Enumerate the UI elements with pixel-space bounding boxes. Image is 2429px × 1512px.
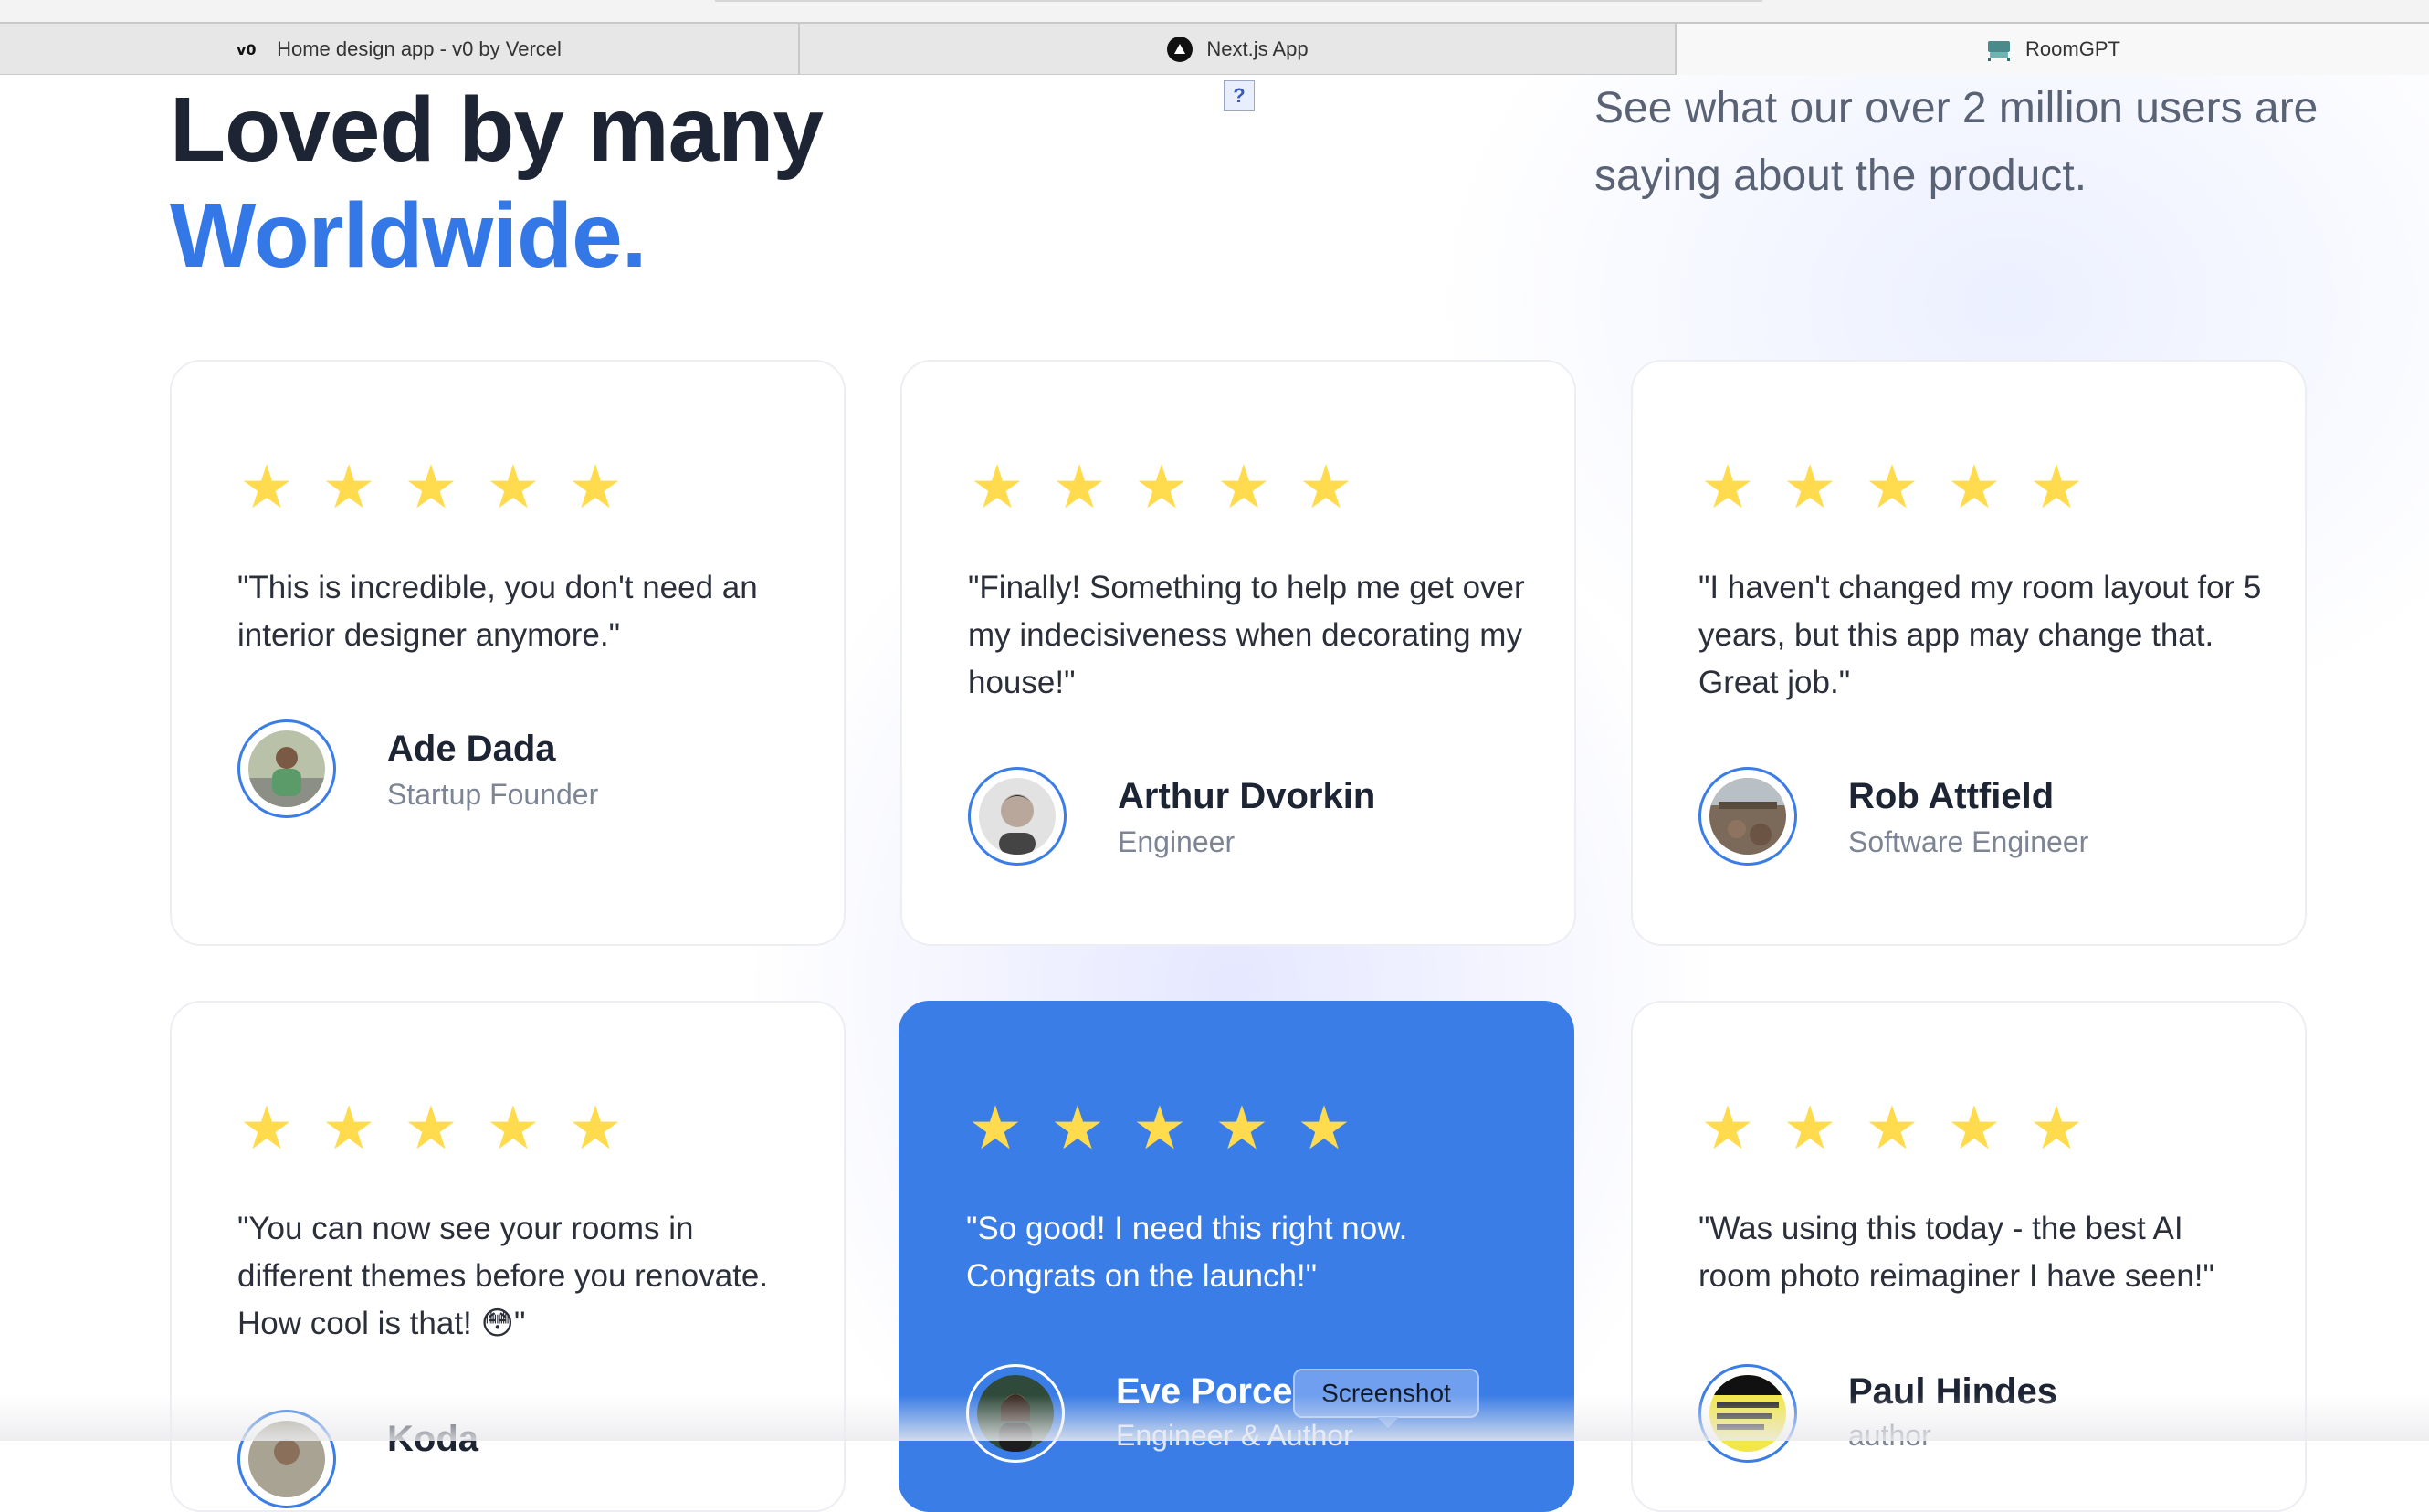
- star-icon: ★: [2029, 453, 2084, 520]
- star-icon: ★: [321, 1094, 376, 1161]
- nextjs-logo-icon: [1166, 36, 1193, 63]
- star-icon: ★: [1214, 1094, 1269, 1161]
- tab-label: Next.js App: [1206, 37, 1309, 60]
- avatar-photo: [248, 730, 325, 807]
- star-icon: ★: [1782, 453, 1837, 520]
- reviewer-name: Ade Dada: [387, 729, 556, 769]
- testimonial-quote: "Was using this today - the best AI room…: [1698, 1211, 2214, 1294]
- testimonial-card: ★ ★ ★ ★ ★ "I haven't changed my room lay…: [1631, 360, 2307, 946]
- bottom-fade: [0, 1395, 2429, 1441]
- star-icon: ★: [1865, 453, 1919, 520]
- rating-stars: ★ ★ ★ ★ ★: [968, 457, 1355, 517]
- reviewer-name: Arthur Dvorkin: [1118, 776, 1376, 816]
- star-icon: ★: [1947, 453, 2002, 520]
- star-icon: ★: [1132, 1094, 1187, 1161]
- star-icon: ★: [1216, 453, 1271, 520]
- star-icon: ★: [239, 1094, 294, 1161]
- star-icon: ★: [1134, 453, 1189, 520]
- rating-stars: ★ ★ ★ ★ ★: [237, 457, 625, 517]
- section-heading-accent: Worldwide.: [170, 184, 647, 287]
- testimonial-quote: "I haven't changed my room layout for 5 …: [1698, 570, 2262, 700]
- rating-stars: ★ ★ ★ ★ ★: [237, 1097, 625, 1158]
- star-icon: ★: [1052, 453, 1107, 520]
- browser-tab-bar: v0 Home design app - v0 by Vercel Next.j…: [0, 0, 2429, 75]
- avatar: [1698, 767, 1797, 866]
- tab-home-design-app[interactable]: v0 Home design app - v0 by Vercel: [0, 24, 800, 75]
- star-icon: ★: [1782, 1094, 1837, 1161]
- star-icon: ★: [1947, 1094, 2002, 1161]
- testimonial-quote: "You can now see your rooms in different…: [237, 1211, 769, 1341]
- tab-bar-top-highlight: [715, 0, 1762, 2]
- rating-stars: ★ ★ ★ ★ ★: [1698, 457, 2086, 517]
- avatar: [237, 719, 336, 818]
- testimonial-quote: "This is incredible, you don't need an i…: [237, 570, 758, 653]
- star-icon: ★: [968, 1094, 1023, 1161]
- avatar-photo: [1709, 778, 1786, 855]
- star-icon: ★: [1050, 1094, 1105, 1161]
- star-icon: ★: [1700, 1094, 1755, 1161]
- star-icon: ★: [1865, 1094, 1919, 1161]
- star-icon: ★: [568, 1094, 623, 1161]
- star-icon: ★: [2029, 1094, 2084, 1161]
- roomgpt-logo-icon: [1985, 36, 2013, 63]
- star-icon: ★: [486, 1094, 541, 1161]
- testimonial-card: ★ ★ ★ ★ ★ "Finally! Something to help me…: [900, 360, 1576, 946]
- v0-logo-icon: v0: [237, 36, 264, 63]
- testimonial-card: ★ ★ ★ ★ ★ "This is incredible, you don't…: [170, 360, 846, 946]
- rating-stars: ★ ★ ★ ★ ★: [966, 1097, 1353, 1158]
- star-icon: ★: [1297, 1094, 1351, 1161]
- tab-label: RoomGPT: [2025, 37, 2120, 60]
- star-icon: ★: [404, 1094, 458, 1161]
- tab-roomgpt[interactable]: RoomGPT: [1677, 24, 2429, 75]
- testimonial-quote: "Finally! Something to help me get over …: [968, 570, 1525, 700]
- testimonial-quote: "So good! I need this right now. Congrat…: [966, 1211, 1408, 1294]
- reviewer-role: Software Engineer: [1848, 825, 2089, 858]
- section-heading: Loved by many: [170, 79, 824, 181]
- broken-image-icon: ?: [1224, 80, 1255, 111]
- star-icon: ★: [404, 453, 458, 520]
- reviewer-role: Startup Founder: [387, 778, 599, 811]
- star-icon: ★: [970, 453, 1025, 520]
- tab-nextjs-app[interactable]: Next.js App: [800, 24, 1677, 75]
- star-icon: ★: [239, 453, 294, 520]
- star-icon: ★: [1700, 453, 1755, 520]
- avatar-photo: [979, 778, 1056, 855]
- star-icon: ★: [568, 453, 623, 520]
- reviewer-name: Rob Attfield: [1848, 776, 2055, 816]
- star-icon: ★: [321, 453, 376, 520]
- star-icon: ★: [486, 453, 541, 520]
- testimonials-section: Loved by many Worldwide. ? See what our …: [0, 75, 2429, 1512]
- tab-label: Home design app - v0 by Vercel: [277, 37, 562, 60]
- svg-text:v0: v0: [237, 41, 257, 58]
- rating-stars: ★ ★ ★ ★ ★: [1698, 1097, 2086, 1158]
- section-subtext: See what our over 2 million users are sa…: [1594, 84, 2319, 200]
- star-icon: ★: [1299, 453, 1353, 520]
- avatar: [968, 767, 1067, 866]
- reviewer-role: Engineer: [1118, 825, 1236, 858]
